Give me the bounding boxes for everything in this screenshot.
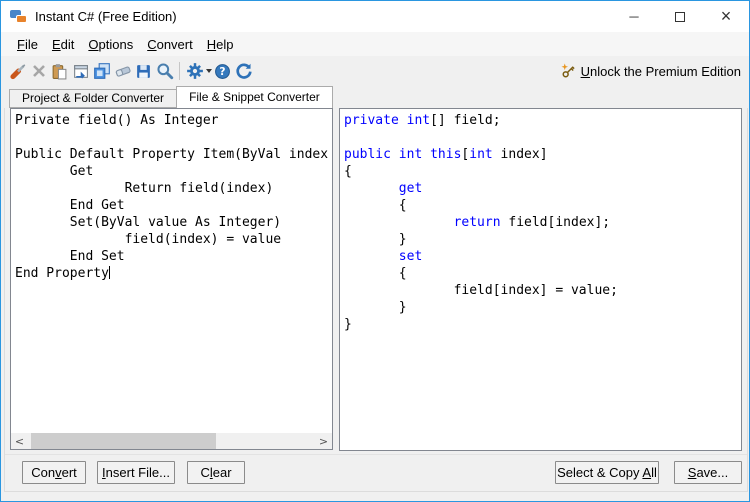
save-button[interactable]: Save... bbox=[674, 461, 742, 484]
tab-page: Private field() As IntegerPublic Default… bbox=[4, 108, 748, 492]
maximize-icon bbox=[675, 12, 685, 22]
scrollbar-track[interactable] bbox=[28, 433, 315, 449]
source-code-pane[interactable]: Private field() As IntegerPublic Default… bbox=[10, 108, 333, 450]
menu-help[interactable]: Help bbox=[200, 34, 241, 55]
unlock-premium-link[interactable]: Unlock the Premium Edition bbox=[561, 63, 741, 79]
maximize-button[interactable] bbox=[657, 1, 703, 32]
panes-bottom-divider bbox=[5, 454, 747, 455]
horizontal-scrollbar[interactable]: < > bbox=[11, 433, 332, 449]
save-icon[interactable] bbox=[133, 61, 154, 82]
tab-strip: Project & Folder Converter File & Snippe… bbox=[9, 86, 333, 108]
eraser-icon[interactable] bbox=[112, 61, 133, 82]
select-copy-all-button[interactable]: Select & Copy All bbox=[555, 461, 659, 484]
menu-edit[interactable]: Edit bbox=[45, 34, 81, 55]
title-bar: Instant C# (Free Edition) ─ × bbox=[1, 1, 749, 32]
scroll-right-arrow-icon[interactable]: > bbox=[315, 433, 332, 449]
paste-icon[interactable] bbox=[49, 61, 70, 82]
clear-button[interactable]: Clear bbox=[187, 461, 245, 484]
menu-bar: File Edit Options Convert Help bbox=[1, 32, 749, 56]
refresh-icon[interactable] bbox=[233, 61, 254, 82]
minimize-button[interactable]: ─ bbox=[611, 1, 657, 32]
toolbar-separator bbox=[179, 62, 180, 80]
key-icon bbox=[561, 63, 576, 79]
insert-window-icon[interactable] bbox=[70, 61, 91, 82]
scroll-left-arrow-icon[interactable]: < bbox=[11, 433, 28, 449]
menu-file[interactable]: File bbox=[10, 34, 45, 55]
options-gear-icon[interactable] bbox=[184, 61, 205, 82]
text-caret bbox=[109, 266, 110, 279]
delete-x-icon[interactable] bbox=[28, 61, 49, 82]
source-code-text[interactable]: Private field() As IntegerPublic Default… bbox=[11, 109, 332, 433]
app-window: Instant C# (Free Edition) ─ × File Edit … bbox=[0, 0, 750, 502]
magnifier-icon[interactable] bbox=[154, 61, 175, 82]
insert-file-button[interactable]: Insert File... bbox=[97, 461, 175, 484]
target-code-pane[interactable]: private int[] field;public int this[int … bbox=[339, 108, 742, 451]
app-icon bbox=[10, 9, 27, 24]
convert-button[interactable]: Convert bbox=[22, 461, 86, 484]
close-button[interactable]: × bbox=[703, 1, 749, 32]
tab-file-snippet-converter[interactable]: File & Snippet Converter bbox=[176, 86, 333, 108]
scrollbar-thumb[interactable] bbox=[31, 433, 216, 449]
window-title: Instant C# (Free Edition) bbox=[35, 9, 177, 24]
close-icon: × bbox=[721, 6, 732, 27]
help-icon[interactable]: ? bbox=[212, 61, 233, 82]
screwdriver-convert-icon[interactable] bbox=[7, 61, 28, 82]
tab-project-folder-converter[interactable]: Project & Folder Converter bbox=[9, 89, 177, 108]
menu-convert[interactable]: Convert bbox=[140, 34, 200, 55]
target-code-text[interactable]: private int[] field;public int this[int … bbox=[340, 109, 741, 450]
toolbar: ? Unlock the Premium Edition bbox=[1, 56, 749, 86]
svg-text:?: ? bbox=[219, 65, 225, 78]
copy-icon[interactable] bbox=[91, 61, 112, 82]
minimize-icon: ─ bbox=[629, 12, 638, 22]
menu-options[interactable]: Options bbox=[81, 34, 140, 55]
